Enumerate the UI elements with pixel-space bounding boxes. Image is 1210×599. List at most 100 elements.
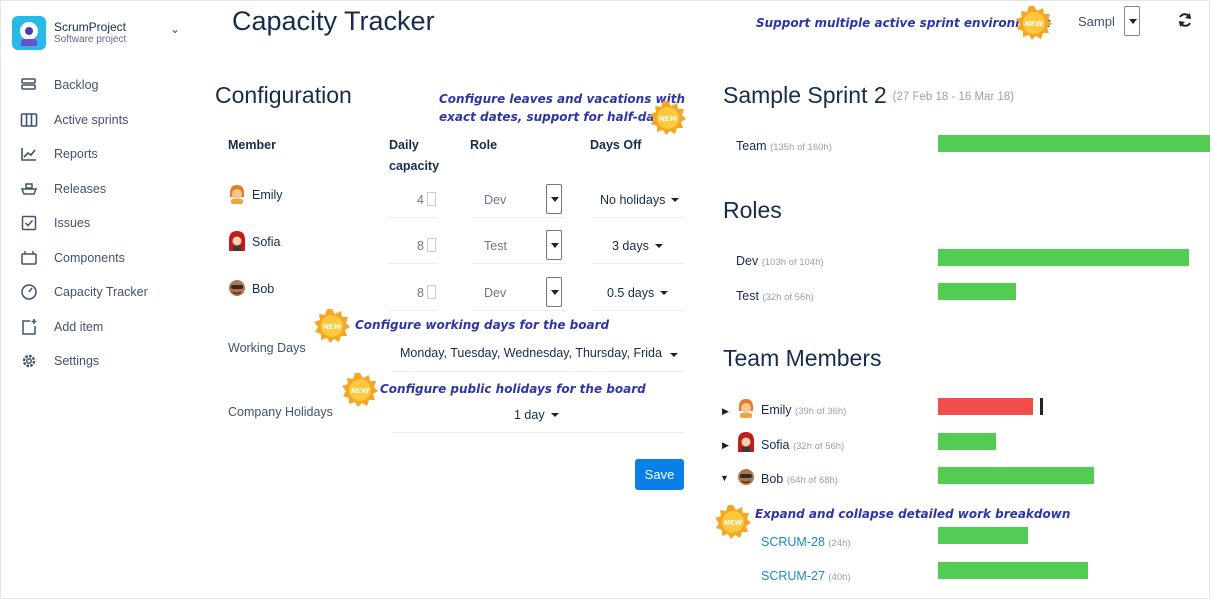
capacity-input[interactable]: 8 (388, 277, 438, 311)
issues-icon (21, 215, 37, 231)
role-select[interactable]: Dev (472, 184, 566, 218)
sidebar-item-backlog[interactable]: Backlog (20, 74, 190, 109)
caret-down-icon (671, 198, 680, 202)
refresh-icon[interactable] (1177, 12, 1193, 28)
issue-row: SCRUM-28 (24h) (761, 535, 851, 549)
avatar (229, 280, 245, 296)
issue-hours-bar (938, 527, 1028, 544)
new-badge-icon: NEW (342, 373, 378, 407)
role-value: Test (484, 239, 507, 253)
issue-row: SCRUM-27 (40h) (761, 569, 851, 583)
sidebar-item-components[interactable]: Components (20, 247, 190, 282)
role-value: Dev (484, 286, 507, 300)
project-switcher[interactable]: ScrumProject Software project ⌄ (12, 14, 187, 54)
sidebar-item-active-sprints[interactable]: Active sprints (20, 109, 190, 144)
role-row-test: Test (32h of 56h) (736, 289, 814, 303)
days-off-value: 3 days (612, 239, 649, 253)
sidebar-item-label: Settings (54, 354, 100, 368)
new-badge-icon: NEW (1016, 6, 1052, 40)
new-badge-icon: NEW (650, 101, 686, 135)
working-days-label: Working Days (228, 341, 306, 355)
team-label: Team (736, 139, 767, 153)
sprint-select-toggle[interactable] (1124, 6, 1140, 36)
column-header-member: Member (228, 138, 276, 152)
components-icon (21, 250, 37, 265)
sidebar-item-releases[interactable]: Releases (20, 178, 190, 213)
chevron-down-icon[interactable]: ⌄ (170, 22, 180, 36)
capacity-input[interactable]: 8 (388, 230, 438, 264)
capacity-limit-marker (1040, 398, 1043, 415)
ship-icon (20, 182, 38, 195)
spinner-icon[interactable] (427, 285, 436, 299)
member-label: Emily (761, 403, 792, 417)
role-select[interactable]: Test (472, 230, 566, 264)
page-title: Capacity Tracker (232, 6, 435, 36)
board-icon (20, 112, 38, 127)
issue-hours-bar (938, 562, 1088, 579)
days-off-value: 0.5 days (607, 286, 655, 300)
svg-text:NEW: NEW (724, 519, 743, 527)
role-select-toggle[interactable] (546, 230, 562, 260)
role-capacity-bar (938, 249, 1189, 266)
spinner-icon[interactable] (427, 192, 436, 206)
avatar (229, 231, 245, 251)
sidebar-item-issues[interactable]: Issues (20, 212, 190, 247)
expand-icon[interactable]: ▶ (722, 406, 729, 417)
role-value: Dev (484, 193, 507, 207)
svg-text:NEW: NEW (659, 115, 678, 123)
company-holidays-dropdown[interactable]: 1 day (392, 399, 684, 433)
caret-down-icon (654, 244, 663, 248)
sidebar-item-settings[interactable]: Settings (20, 350, 190, 385)
feature-note-expand: Expand and collapse detailed work breakd… (755, 507, 1071, 521)
sprint-select[interactable]: Sampl (1076, 6, 1140, 36)
member-hours: (39h of 36h) (795, 406, 847, 417)
avatar (738, 469, 754, 485)
sidebar-item-label: Capacity Tracker (54, 285, 148, 299)
add-item-icon (22, 318, 37, 335)
sidebar-item-label: Backlog (54, 78, 99, 92)
capacity-value: 8 (417, 239, 424, 253)
avatar (738, 432, 754, 452)
svg-text:NEW: NEW (323, 323, 342, 331)
member-hours: (64h of 68h) (786, 475, 838, 486)
member-capacity-bar (938, 467, 1094, 484)
svg-text:NEW: NEW (351, 387, 370, 395)
working-days-select[interactable]: Monday, Tuesday, Wednesday, Thursday, Fr… (392, 338, 684, 372)
gauge-icon (21, 284, 37, 300)
member-row-emily: Emily (39h of 36h) (761, 403, 846, 417)
issue-hours: (40h) (828, 572, 851, 583)
days-off-dropdown[interactable]: 0.5 days (592, 277, 684, 311)
team-capacity-label: Team (135h of 160h) (736, 139, 832, 153)
column-header-capacity: capacity (389, 159, 440, 173)
role-select-toggle[interactable] (546, 184, 562, 214)
days-off-dropdown[interactable]: No holidays (592, 184, 684, 218)
save-button[interactable]: Save (635, 459, 684, 490)
days-off-value: No holidays (600, 193, 666, 207)
member-name: Sofia (252, 235, 281, 249)
capacity-input[interactable]: 4 (388, 184, 438, 218)
role-row-dev: Dev (103h of 104h) (736, 254, 824, 268)
role-select[interactable]: Dev (472, 277, 566, 311)
feature-note-holidays: Configure public holidays for the board (380, 382, 646, 396)
collapse-icon[interactable]: ▼ (720, 473, 729, 483)
sidebar-item-capacity-tracker[interactable]: Capacity Tracker (20, 281, 190, 316)
sidebar-item-reports[interactable]: Reports (20, 143, 190, 178)
expand-icon[interactable]: ▶ (722, 440, 729, 451)
sprint-date-range: (27 Feb 18 - 16 Mar 18) (892, 91, 1015, 103)
role-hours: (103h of 104h) (761, 257, 824, 268)
issue-link[interactable]: SCRUM-27 (761, 569, 825, 583)
issue-link[interactable]: SCRUM-28 (761, 535, 825, 549)
role-label: Test (736, 289, 759, 303)
member-capacity-bar (938, 398, 1033, 415)
role-hours: (32h of 56h) (762, 292, 814, 303)
project-name: ScrumProject (54, 20, 127, 34)
team-capacity-bar (938, 135, 1210, 152)
days-off-dropdown[interactable]: 3 days (592, 230, 684, 264)
feature-note-multi-sprint: Support multiple active sprint environme… (756, 16, 1051, 30)
member-name: Bob (252, 282, 275, 296)
spinner-icon[interactable] (427, 238, 436, 252)
sidebar-item-add-item[interactable]: Add item (20, 316, 190, 351)
member-label: Sofia (761, 438, 790, 452)
role-select-toggle[interactable] (546, 277, 562, 307)
team-members-title: Team Members (723, 345, 882, 371)
